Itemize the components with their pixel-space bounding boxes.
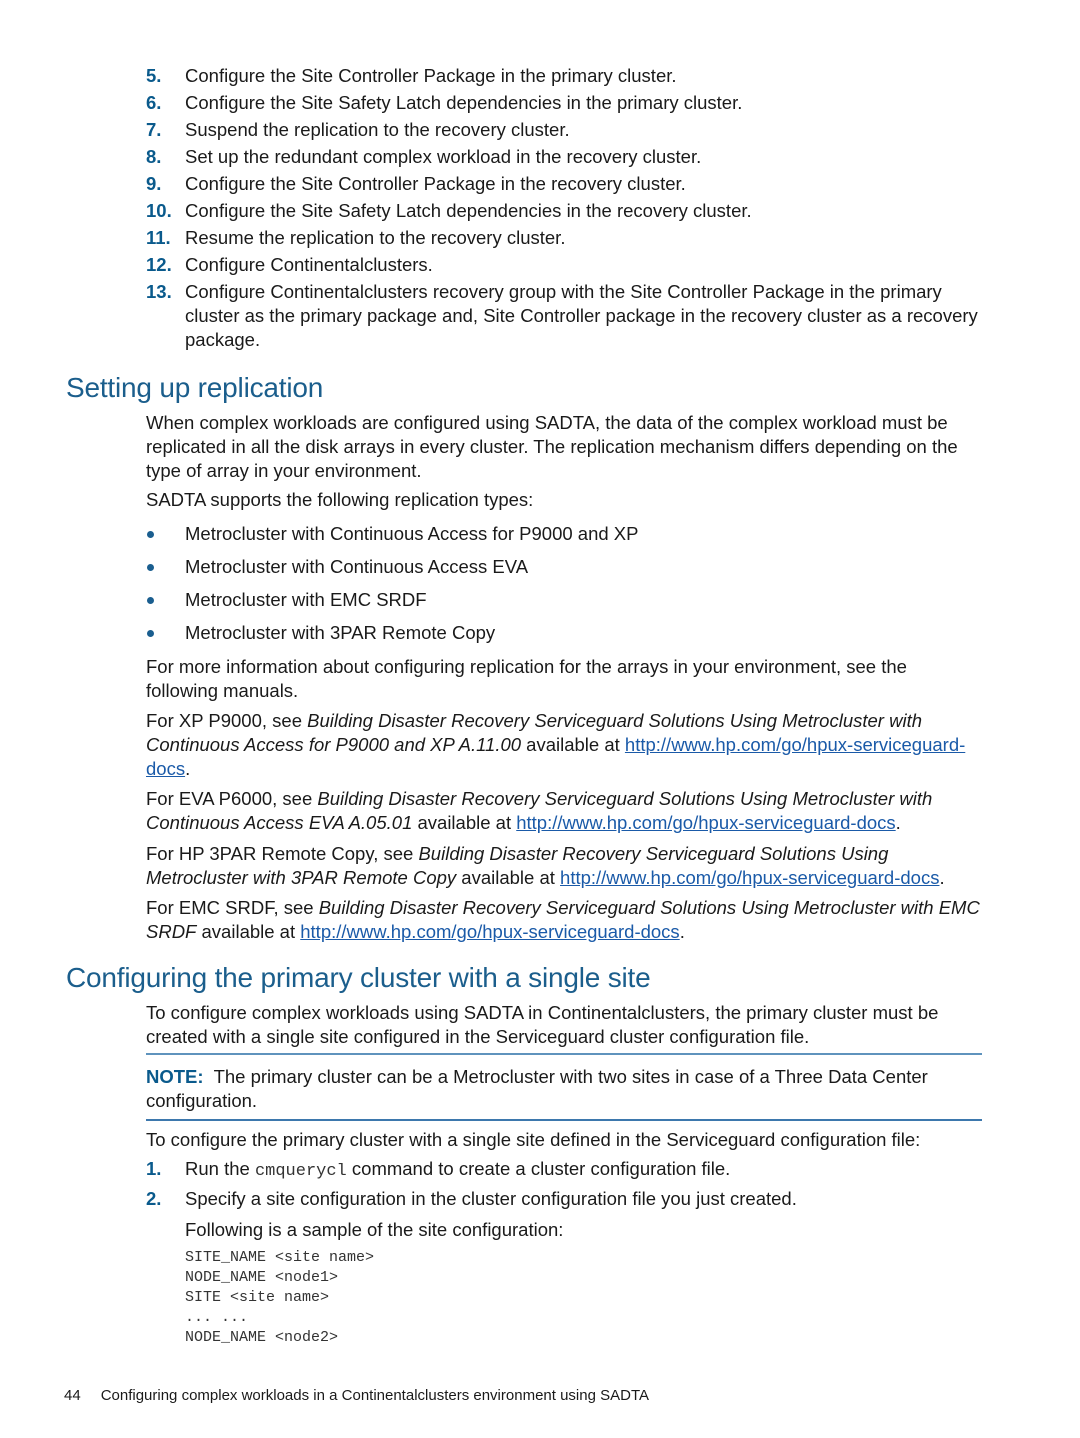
chapter-title: Configuring complex workloads in a Conti… <box>100 1387 650 1404</box>
step-item: 1. Run the cmquerycl command to create a … <box>146 1157 986 1184</box>
step-number: 2. <box>146 1188 162 1209</box>
bullet-item: Metrocluster with EMC SRDF <box>146 588 981 612</box>
step-text: Specify a site configuration in the clus… <box>185 1188 797 1209</box>
manual-middle: available at <box>521 734 625 755</box>
manual-link[interactable]: http://www.hp.com/go/hpux-serviceguard-d… <box>516 812 895 833</box>
manual-middle: available at <box>412 812 517 833</box>
manual-ref-3par: For HP 3PAR Remote Copy, see Building Di… <box>146 842 981 890</box>
step-item: 7. Suspend the replication to the recover… <box>146 118 986 142</box>
replication-more-info: For more information about configuring r… <box>146 656 907 701</box>
sample-lead: Following is a sample of the site config… <box>185 1219 564 1240</box>
manual-ref-emc-srdf: For EMC SRDF, see Building Disaster Reco… <box>146 896 981 944</box>
manual-prefix: For XP P9000, see <box>146 710 308 731</box>
step-text: Configure Continentalclusters. <box>185 254 433 275</box>
step-text: Configure the Site Controller Package in… <box>185 173 686 194</box>
step-item: 10. Configure the Site Safety Latch depen… <box>146 199 986 223</box>
manual-suffix: . <box>939 867 945 888</box>
step-text: Configure Continentalclusters recovery g… <box>185 281 978 350</box>
step-number: 12. <box>146 254 172 275</box>
manual-link[interactable]: http://www.hp.com/go/hpux-serviceguard-d… <box>560 867 939 888</box>
step-text: Configure the Site Safety Latch dependen… <box>185 92 743 113</box>
step-text: Resume the replication to the recovery c… <box>185 227 566 248</box>
step-number: 9. <box>146 173 162 194</box>
manual-prefix: For EVA P6000, see <box>146 788 318 809</box>
page-footer: 44 Configuring complex workloads in a Con… <box>64 1384 649 1408</box>
note-box: NOTE: The primary cluster can be a Metroc… <box>146 1053 982 1121</box>
step-number: 1. <box>146 1158 162 1179</box>
section-heading-replication: Setting up replication <box>66 372 324 403</box>
replication-types-list: Metrocluster with Continuous Access for … <box>146 522 981 654</box>
step-number: 10. <box>146 200 172 221</box>
step-item: 9. Configure the Site Controller Package … <box>146 172 986 196</box>
bullet-icon <box>147 564 154 571</box>
primary-lead: To configure the primary cluster with a … <box>146 1129 921 1150</box>
step-text: Configure the Site Controller Package in… <box>185 65 677 86</box>
step-number: 11. <box>146 227 171 248</box>
page-number: 44 <box>64 1387 81 1404</box>
bullet-item: Metrocluster with 3PAR Remote Copy <box>146 621 981 645</box>
replication-intro: When complex workloads are configured us… <box>146 412 958 481</box>
manual-middle: available at <box>456 867 561 888</box>
replication-supports: SADTA supports the following replication… <box>146 489 534 510</box>
document-page: 5. Configure the Site Controller Package … <box>0 0 1080 1438</box>
step-item: 2. Specify a site configuration in the cl… <box>146 1187 986 1242</box>
note-label: NOTE: <box>146 1066 204 1087</box>
manual-prefix: For HP 3PAR Remote Copy, see <box>146 843 419 864</box>
step-text: command to create a cluster configuratio… <box>346 1158 731 1179</box>
step-item: 13. Configure Continentalclusters recover… <box>146 280 986 352</box>
bullet-icon <box>147 630 154 637</box>
step-text: Configure the Site Safety Latch dependen… <box>185 200 752 221</box>
step-item: 5. Configure the Site Controller Package … <box>146 64 986 88</box>
step-number: 5. <box>146 65 162 86</box>
bullet-text: Metrocluster with 3PAR Remote Copy <box>185 622 496 643</box>
step-text: Suspend the replication to the recovery … <box>185 119 570 140</box>
step-item: 8. Set up the redundant complex workload … <box>146 145 986 169</box>
step-text: Run the <box>185 1158 255 1179</box>
step-item: 11. Resume the replication to the recover… <box>146 226 986 250</box>
manual-suffix: . <box>679 921 685 942</box>
bullet-text: Metrocluster with Continuous Access for … <box>185 523 639 544</box>
site-config-code-sample: SITE_NAME <site name> NODE_NAME <node1> … <box>185 1249 375 1346</box>
step-number: 6. <box>146 92 162 113</box>
manual-ref-xp-p9000: For XP P9000, see Building Disaster Reco… <box>146 709 981 781</box>
bullet-item: Metrocluster with Continuous Access for … <box>146 522 981 546</box>
manual-suffix: . <box>185 758 191 779</box>
command-code: cmquerycl <box>254 1162 347 1181</box>
bullet-item: Metrocluster with Continuous Access EVA <box>146 555 981 579</box>
manual-prefix: For EMC SRDF, see <box>146 897 319 918</box>
steps-list-top: 5. Configure the Site Controller Package … <box>146 64 986 355</box>
step-number: 7. <box>146 119 162 140</box>
step-item: 12. Configure Continentalclusters. <box>146 253 986 277</box>
primary-intro: To configure complex workloads using SAD… <box>146 1002 939 1047</box>
bullet-icon <box>147 597 154 604</box>
bullet-text: Metrocluster with Continuous Access EVA <box>185 556 529 577</box>
manual-middle: available at <box>196 921 301 942</box>
manual-suffix: . <box>895 812 901 833</box>
step-number: 13. <box>146 281 172 302</box>
steps-list-primary: 1. Run the cmquerycl command to create a … <box>146 1157 986 1245</box>
manual-ref-eva-p6000: For EVA P6000, see Building Disaster Rec… <box>146 787 981 835</box>
step-text: Set up the redundant complex workload in… <box>185 146 702 167</box>
step-number: 8. <box>146 146 162 167</box>
section-heading-primary-cluster: Configuring the primary cluster with a s… <box>66 962 651 993</box>
manual-link[interactable]: http://www.hp.com/go/hpux-serviceguard-d… <box>300 921 679 942</box>
bullet-icon <box>147 531 154 538</box>
step-item: 6. Configure the Site Safety Latch depend… <box>146 91 986 115</box>
bullet-text: Metrocluster with EMC SRDF <box>185 589 427 610</box>
note-text: The primary cluster can be a Metrocluste… <box>146 1066 928 1111</box>
